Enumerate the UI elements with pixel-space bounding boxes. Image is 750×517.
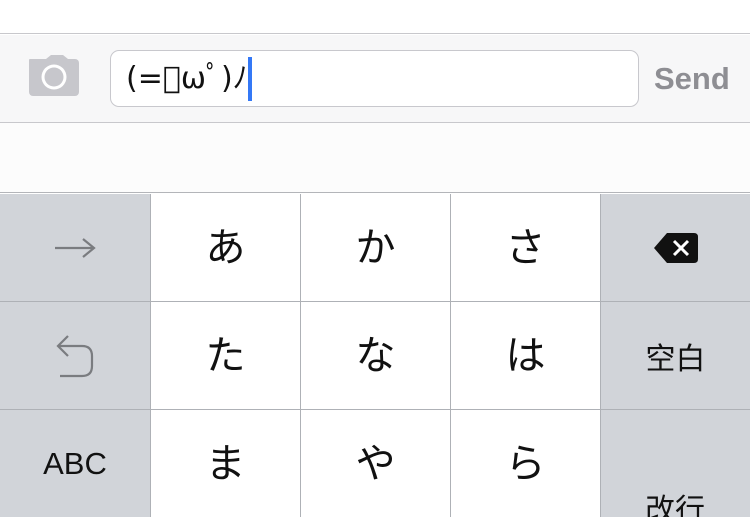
next-candidate-key[interactable] — [0, 194, 150, 301]
message-composer: (=ﾟωﾟ)ﾉ Send — [0, 35, 750, 123]
kana-key-sa[interactable]: さ — [451, 194, 600, 301]
kana-key-ya[interactable]: や — [301, 410, 450, 517]
abc-switch-key[interactable]: ABC — [0, 410, 150, 517]
kana-key-ra[interactable]: ら — [451, 410, 600, 517]
enter-key[interactable]: 改行 — [601, 410, 750, 517]
arrow-right-icon — [55, 237, 96, 258]
send-button[interactable]: Send — [654, 59, 730, 99]
message-input-text: (=ﾟωﾟ)ﾉ — [126, 61, 248, 96]
undo-icon — [56, 334, 94, 377]
kana-key-ka[interactable]: か — [301, 194, 450, 301]
kana-key-ta[interactable]: た — [151, 302, 300, 409]
top-strip — [0, 0, 750, 34]
message-input[interactable]: (=ﾟωﾟ)ﾉ — [110, 50, 639, 107]
kana-key-ma[interactable]: ま — [151, 410, 300, 517]
text-caret — [247, 57, 252, 101]
kana-key-ha[interactable]: は — [451, 302, 600, 409]
undo-key[interactable] — [0, 302, 150, 409]
space-key[interactable]: 空白 — [601, 302, 750, 409]
japanese-kana-keyboard: あ か さ た な は 空白 ABC ま や ら 改行 — [0, 194, 750, 517]
delete-backspace-icon — [653, 232, 698, 263]
suggestion-bar — [0, 123, 750, 193]
camera-button[interactable] — [28, 55, 82, 101]
camera-icon — [29, 55, 79, 96]
delete-key[interactable] — [601, 194, 750, 301]
kana-key-na[interactable]: な — [301, 302, 450, 409]
kana-key-a[interactable]: あ — [151, 194, 300, 301]
